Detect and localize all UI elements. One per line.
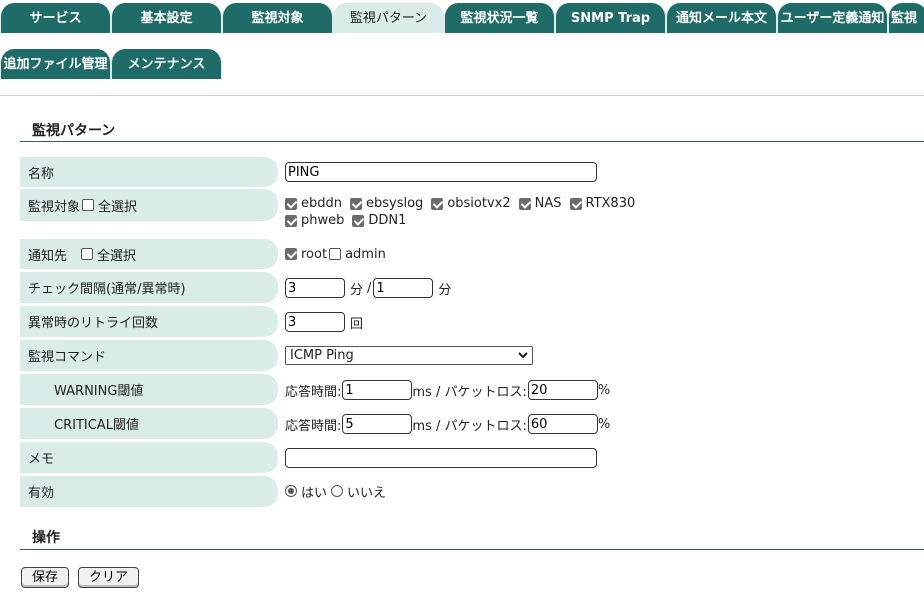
tab-monitor-patterns[interactable]: 監視パターン (333, 3, 444, 33)
clear-button[interactable]: クリア (78, 567, 140, 588)
ops-title-line (20, 549, 924, 550)
enabled-yes-radio[interactable] (285, 485, 297, 497)
warning-loss-field[interactable] (527, 380, 598, 400)
warning-value: 応答時間: ms / パケットロス: % (285, 380, 610, 400)
tab-snmp-trap[interactable]: SNMP Trap (555, 3, 666, 33)
notify-options: root admin (285, 245, 394, 263)
main-tabs: サービス 基本設定 監視対象 監視パターン 監視状況一覧 SNMP Trap 通… (0, 3, 924, 33)
tab-user-defined-notify[interactable]: ユーザー定義通知 (777, 3, 888, 33)
warning-pct-label: % (597, 382, 611, 398)
critical-ms-label: ms / パケットロス: (412, 418, 527, 434)
warning-rt-label: 応答時間: (285, 384, 342, 400)
interval-value: 分 / 分 (285, 278, 451, 298)
target-label: DDN1 (368, 213, 407, 228)
target-checkbox-ebddn[interactable] (285, 197, 297, 210)
critical-pct-label: % (597, 416, 611, 432)
target-label: phweb (301, 213, 345, 228)
section-title: 監視パターン (32, 123, 116, 139)
notify-admin-label: admin (345, 246, 386, 262)
notify-checkbox-root[interactable] (285, 248, 297, 260)
tab-additional-files[interactable]: 追加ファイル管理 (0, 49, 111, 79)
notify-label-cell: 通知先 全選択 (20, 239, 278, 269)
name-value (285, 162, 597, 182)
notify-select-all-label: 全選択 (97, 248, 137, 264)
tab-monitor-status[interactable]: 監視状況一覧 (444, 3, 555, 33)
tab-basic-settings[interactable]: 基本設定 (111, 3, 222, 33)
notify-root-label: root (301, 246, 328, 262)
retry-value: 回 (285, 312, 363, 332)
sub-tabs: 追加ファイル管理 メンテナンス (0, 49, 230, 79)
interval-normal-field[interactable] (285, 278, 345, 298)
tab-monitor-targets[interactable]: 監視対象 (222, 3, 333, 33)
interval-unit-2: 分 (438, 282, 452, 298)
name-field[interactable] (285, 162, 597, 182)
notify-checkbox-admin[interactable] (329, 248, 342, 260)
command-value: ICMP Ping (285, 346, 533, 365)
target-checkbox-rtx830[interactable] (569, 197, 582, 210)
name-label: 名称 (20, 157, 278, 187)
critical-label: CRITICAL閾値 (20, 408, 278, 439)
interval-separator: / (367, 280, 372, 296)
command-label: 監視コマンド (20, 340, 278, 371)
target-checkbox-obsiotvx2[interactable] (431, 197, 444, 210)
interval-abnormal-field[interactable] (373, 278, 434, 298)
notify-select-all-checkbox[interactable] (81, 248, 94, 260)
tab-monitor-more[interactable]: 監視 (888, 3, 924, 33)
tab-notify-mail[interactable]: 通知メール本文 (666, 3, 777, 33)
interval-label: チェック間隔(通常/異常時) (20, 272, 278, 303)
tab-maintenance[interactable]: メンテナンス (111, 49, 222, 79)
memo-label: メモ (20, 442, 278, 473)
enabled-no-label: いいえ (347, 485, 387, 501)
critical-rt-field[interactable] (342, 414, 413, 434)
retry-unit: 回 (350, 316, 364, 332)
save-button[interactable]: 保存 (21, 567, 70, 588)
chevron-down-icon (518, 348, 528, 363)
target-label: ebddn (301, 196, 342, 211)
command-select[interactable]: ICMP Ping (285, 346, 533, 365)
targets-options: ebddn ebsyslog obsiotvx2 NAS RTX830 phwe… (285, 195, 685, 229)
critical-value: 応答時間: ms / パケットロス: % (285, 414, 610, 434)
target-checkbox-ddn1[interactable] (352, 214, 365, 227)
target-label: RTX830 (585, 196, 636, 211)
retry-label: 異常時のリトライ回数 (20, 306, 278, 337)
enabled-options: はい いいえ (285, 482, 387, 501)
target-label: obsiotvx2 (447, 196, 511, 211)
enabled-yes-label: はい (301, 485, 328, 501)
targets-label: 監視対象 (28, 199, 81, 215)
enabled-label: 有効 (20, 476, 278, 507)
ops-title: 操作 (32, 530, 60, 546)
retry-field[interactable] (285, 312, 345, 332)
notify-label: 通知先 (28, 248, 68, 264)
warning-label: WARNING閾値 (20, 374, 278, 405)
interval-unit-1: 分 (350, 282, 364, 298)
targets-select-all-checkbox[interactable] (82, 199, 95, 211)
memo-field[interactable] (285, 448, 597, 468)
target-label: ebsyslog (366, 196, 424, 211)
enabled-no-radio[interactable] (331, 485, 344, 497)
target-checkbox-ebsyslog[interactable] (350, 197, 362, 210)
warning-rt-field[interactable] (342, 380, 413, 400)
critical-rt-label: 応答時間: (285, 418, 342, 434)
memo-value (285, 448, 597, 468)
tab-service[interactable]: サービス (0, 3, 111, 33)
warning-ms-label: ms / パケットロス: (412, 384, 527, 400)
targets-select-all-label: 全選択 (98, 199, 138, 215)
content-divider (0, 95, 924, 96)
command-selected: ICMP Ping (290, 348, 354, 363)
section-title-line (20, 141, 924, 142)
target-checkbox-phweb[interactable] (285, 214, 297, 227)
critical-loss-field[interactable] (527, 414, 598, 434)
target-checkbox-nas[interactable] (518, 197, 531, 210)
targets-label-cell: 監視対象 全選択 (20, 189, 278, 221)
target-label: NAS (534, 196, 562, 211)
